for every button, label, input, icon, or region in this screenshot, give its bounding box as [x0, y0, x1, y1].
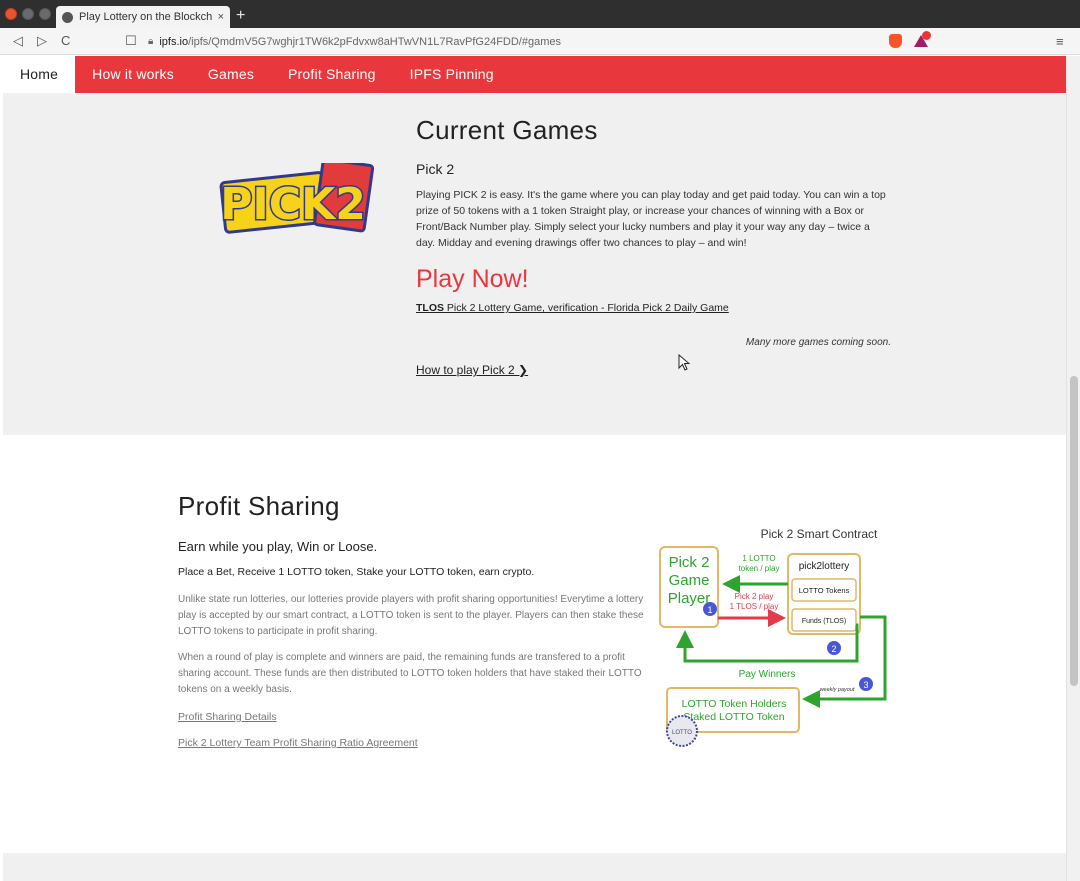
profit-sharing-title: Profit Sharing	[178, 491, 340, 521]
nav-games[interactable]: Games	[191, 56, 271, 93]
mouse-cursor-icon	[678, 354, 690, 371]
browser-tab[interactable]: Play Lottery on the Blockch ×	[56, 6, 230, 28]
bookmark-icon[interactable]: ☐	[125, 33, 137, 49]
address-toolbar: ◁ ▷ C ☐ 🔒︎ ipfs.io /ipfs/QmdmV5G7wghjr1T…	[0, 28, 1080, 55]
contract-label: pick2lottery	[799, 561, 850, 572]
funds-label: Funds (TLOS)	[802, 618, 846, 625]
web-page: Home How it works Games Profit Sharing I…	[3, 56, 1066, 881]
coming-soon-note: Many more games coming soon.	[745, 337, 891, 348]
pay-winners-label: Pay Winners	[739, 669, 796, 680]
player-label-1: Pick 2	[669, 554, 710, 571]
tlos-label: TLOS	[416, 302, 444, 314]
token-holders-label-2: Staked LOTTO Token	[683, 711, 784, 723]
play-arrow-label-1: Pick 2 play	[735, 592, 774, 601]
window-minimize-button[interactable]	[22, 8, 34, 20]
how-to-play-link[interactable]: How to play Pick 2 ❯	[416, 363, 528, 377]
brave-shield-icon[interactable]	[889, 34, 902, 48]
pick2-logo-text: PICK2	[220, 179, 366, 230]
site-navbar: Home How it works Games Profit Sharing I…	[3, 56, 1066, 93]
weekly-payout-label: weekly payout	[820, 687, 855, 693]
step-3-label: 3	[863, 680, 868, 690]
forward-icon[interactable]: ▷	[37, 33, 47, 49]
token-arrow-label-2: token / play	[739, 564, 780, 573]
profit-sharing-paragraph-2: When a round of play is complete and win…	[178, 652, 642, 695]
profit-sharing-paragraph-1: Unlike state run lotteries, our lotterie…	[178, 594, 644, 637]
menu-icon[interactable]: ≡	[1056, 34, 1064, 49]
nav-ipfs-pinning[interactable]: IPFS Pinning	[393, 56, 511, 93]
play-now-heading: Play Now!	[416, 265, 529, 293]
url-host: ipfs.io	[159, 35, 189, 48]
tlos-game-link[interactable]: TLOS Pick 2 Lottery Game, verification -…	[416, 302, 729, 314]
nav-home[interactable]: Home	[3, 56, 76, 93]
games-title: Current Games	[416, 115, 598, 145]
window-close-button[interactable]	[5, 8, 17, 20]
token-arrow-label-1: 1 LOTTO	[742, 554, 775, 563]
footer-band	[3, 853, 1066, 881]
window-maximize-button[interactable]	[39, 8, 51, 20]
profit-sharing-tagline: Place a Bet, Receive 1 LOTTO token, Stak…	[178, 566, 535, 578]
step-2-label: 2	[831, 644, 836, 654]
games-section: PICK2 Current Games Pick 2 Playing PICK …	[3, 93, 1066, 435]
tab-title: Play Lottery on the Blockch	[79, 11, 213, 23]
diagram-title: Pick 2 Smart Contract	[761, 527, 878, 541]
smart-contract-diagram: Pick 2 Smart Contract Pick 2 Game Player…	[659, 527, 887, 747]
browser-titlebar: Play Lottery on the Blockch × +	[0, 0, 1080, 28]
play-arrow-label-2: 1 TLOS / play	[730, 602, 779, 611]
profit-sharing-details-link[interactable]: Profit Sharing Details	[178, 711, 277, 723]
profit-sharing-agreement-link[interactable]: Pick 2 Lottery Team Profit Sharing Ratio…	[178, 737, 418, 749]
profit-sharing-subtitle: Earn while you play, Win or Loose.	[178, 539, 378, 554]
game-name: Pick 2	[416, 161, 455, 177]
url-path: /ipfs/QmdmV5G7wghjr1TW6k2pFdvxw8aHTwVN1L…	[188, 35, 561, 48]
back-icon[interactable]: ◁	[13, 33, 23, 49]
profit-sharing-section: Profit Sharing Earn while you play, Win …	[3, 435, 1066, 853]
lotto-tokens-label: LOTTO Tokens	[799, 586, 850, 595]
game-description: Playing PICK 2 is easy. It's the game wh…	[416, 189, 886, 249]
nav-how-it-works[interactable]: How it works	[75, 56, 191, 93]
lock-icon: 🔒︎	[148, 36, 154, 47]
tlos-link-text: Pick 2 Lottery Game, verification - Flor…	[444, 302, 729, 314]
page-scrollbar[interactable]	[1066, 56, 1080, 881]
player-label-2: Game	[669, 572, 710, 589]
globe-icon	[62, 11, 73, 23]
player-label-3: Player	[668, 590, 711, 607]
new-tab-button[interactable]: +	[236, 6, 245, 26]
reload-icon[interactable]: C	[61, 33, 70, 48]
window-controls	[5, 8, 51, 20]
lotto-coin-label: LOTTO	[672, 730, 692, 736]
rewards-badge	[922, 31, 931, 40]
tab-close-icon[interactable]: ×	[218, 11, 224, 23]
step-1-label: 1	[707, 605, 712, 615]
scrollbar-thumb[interactable]	[1070, 376, 1078, 686]
nav-profit-sharing[interactable]: Profit Sharing	[271, 56, 393, 93]
pick2-logo: PICK2	[219, 163, 375, 234]
url-input[interactable]: 🔒︎ ipfs.io /ipfs/QmdmV5G7wghjr1TW6k2pFdv…	[148, 32, 878, 51]
token-holders-label-1: LOTTO Token Holders	[682, 698, 787, 710]
